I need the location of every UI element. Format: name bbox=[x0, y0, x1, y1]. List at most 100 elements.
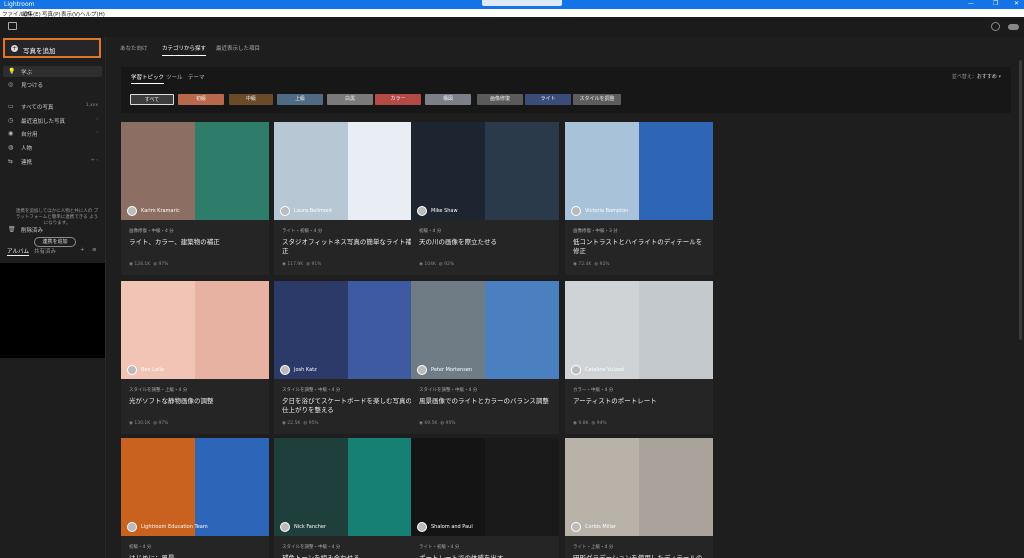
tutorial-author: Karim Kramaric bbox=[127, 206, 180, 216]
add-connection-icon[interactable]: + ‹ bbox=[91, 158, 98, 163]
panel-toggle-icon[interactable] bbox=[8, 22, 17, 30]
tutorial-card[interactable]: Cataline Vulzzel カラー・中級・4 分アーティストのポートレート ◉… bbox=[565, 281, 713, 434]
sidebar: + 写真を追加 💡 学ぶ ◎ 見つける ▭ すべての写真 1,xxx ◷ 最近追加した写真… bbox=[0, 37, 106, 558]
tutorial-card[interactable]: Shalom and Paulライト・初級・4 分ポートレートでの体感を出す◉ … bbox=[411, 438, 559, 558]
view-count: 72.4K bbox=[578, 262, 592, 267]
author-name: Josh Katz bbox=[294, 367, 317, 373]
filter-chip[interactable]: カラー bbox=[375, 94, 421, 105]
tutorial-card[interactable]: Victoria Bampton 画像修復・中級・3 分低コントラストとハイライト… bbox=[565, 122, 713, 275]
sidebar-item-learn[interactable]: 💡 学ぶ bbox=[3, 66, 102, 77]
tutorial-title: 夕日を浴びてスケートボードを楽しむ写真の仕上がりを整える bbox=[282, 397, 412, 414]
after-image bbox=[639, 122, 713, 220]
view-count: 104K bbox=[424, 262, 436, 267]
filter-panel: 学習トピック ツール テーマ 並べ替え：おすすめ ▾ すべて 初級 中級 上級 白黒 カラ… bbox=[121, 67, 1011, 113]
tutorial-card[interactable]: Laura Bellmont ライト・初級・4 分スタジオフィットネス写真の簡単な… bbox=[274, 122, 422, 275]
tab-browse-categories[interactable]: カテゴリから探す bbox=[162, 44, 207, 56]
tutorial-card[interactable]: Nick Fancherスタイルを調整・中級・4 分補色トーンを組み合わせる◉ … bbox=[274, 438, 422, 558]
after-image bbox=[195, 122, 269, 220]
tab-recently-viewed[interactable]: 最近表示した項目 bbox=[216, 44, 260, 52]
tutorial-stats: ◉ 69.5K ◍ 95% bbox=[419, 421, 456, 426]
add-photo-label: 写真を追加 bbox=[23, 47, 56, 55]
tutorial-card[interactable]: Ben Lalla スタイルを調整・上級・4 分光がソフトな静物画像の調整 ◉ 13… bbox=[121, 281, 269, 434]
close-button[interactable]: ✕ bbox=[1014, 0, 1019, 7]
sort-dropdown[interactable]: 並べ替え：おすすめ ▾ bbox=[952, 73, 1001, 80]
avatar bbox=[127, 365, 137, 375]
minimize-button[interactable]: — bbox=[968, 0, 974, 7]
sidebar-item-all-photos[interactable]: ▭ すべての写真 1,xxx bbox=[3, 101, 102, 112]
rating-value: 94% bbox=[596, 421, 607, 426]
tutorial-card[interactable]: Corbis Millar ライト・上級・4 分円形グラデーションを使用したディテ… bbox=[565, 438, 713, 558]
maximize-button[interactable]: ❐ bbox=[993, 0, 998, 7]
tutorial-title: ライト、カラー、建築物の補正 bbox=[129, 238, 220, 246]
tutorial-category: ライト・初級・4 分 bbox=[419, 545, 460, 550]
chevron-left-icon: ‹ bbox=[96, 130, 98, 135]
filter-chip[interactable]: 上級 bbox=[277, 94, 323, 105]
sidebar-item-recent[interactable]: ◷ 最近追加した写真 ‹ bbox=[3, 115, 102, 126]
tutorial-card[interactable]: Josh Katz スタイルを調整・中級・4 分夕日を浴びてスケートボードを楽しむ… bbox=[274, 281, 422, 434]
filter-chip[interactable]: 構図 bbox=[425, 94, 471, 105]
author-name: Mike Shaw bbox=[431, 208, 458, 214]
filter-chip[interactable]: 白黒 bbox=[327, 94, 373, 105]
tutorial-category: スタイルを調整・中級・4 分 bbox=[282, 388, 341, 393]
tab-for-you[interactable]: あなた向け bbox=[120, 44, 148, 52]
rating-value: 92% bbox=[599, 262, 610, 267]
filter-tab-tools[interactable]: ツール bbox=[166, 73, 183, 81]
author-name: Ben Lalla bbox=[141, 367, 164, 373]
filter-chip[interactable]: ライト bbox=[525, 94, 571, 105]
tutorial-card[interactable]: Karim Kramaric 画像修復・中級・4 分ライト、カラー、建築物の補正 ◉… bbox=[121, 122, 269, 275]
filter-chip[interactable]: 中級 bbox=[229, 94, 273, 105]
sidebar-item-deleted[interactable]: 🗑 削除済み bbox=[3, 224, 102, 235]
add-photo-button[interactable]: + 写真を追加 bbox=[3, 38, 101, 58]
title-search-field[interactable] bbox=[482, 0, 562, 6]
tutorial-author: Nick Fancher bbox=[280, 522, 326, 532]
sort-albums-icon[interactable]: ≡ bbox=[92, 247, 97, 253]
avatar bbox=[417, 522, 427, 532]
help-icon[interactable] bbox=[991, 22, 1000, 31]
tutorial-author: Mike Shaw bbox=[417, 206, 458, 216]
avatar bbox=[417, 206, 427, 216]
tutorial-author: Victoria Bampton bbox=[571, 206, 628, 216]
add-album-icon[interactable]: + bbox=[80, 247, 85, 253]
compass-icon: ◎ bbox=[8, 81, 14, 88]
filter-tab-topics[interactable]: 学習トピック bbox=[131, 73, 165, 84]
avatar bbox=[127, 206, 137, 216]
rating-value: 97% bbox=[158, 421, 169, 426]
view-count: 130.1K bbox=[134, 421, 151, 426]
tutorial-title: 光がソフトな静物画像の調整 bbox=[129, 397, 214, 405]
photos-icon: ▭ bbox=[8, 103, 14, 110]
tutorial-title: 低コントラストとハイライトのディテールを修正 bbox=[573, 238, 703, 255]
tab-shared[interactable]: 共有済み bbox=[34, 247, 56, 255]
tutorial-title: スタジオフィットネス写真の簡単なライト補正 bbox=[282, 238, 412, 255]
tutorial-card[interactable]: Lightroom Education Team初級・4 分はじめに：風景◉ ◍ bbox=[121, 438, 269, 558]
tutorial-card[interactable]: Peter Mortensen スタイルを調整・中級・4 分風景画像でのライトとカ… bbox=[411, 281, 559, 434]
people-icon: ◍ bbox=[8, 144, 14, 151]
filter-chip[interactable]: 画像修復 bbox=[477, 94, 523, 105]
cloud-sync-icon[interactable] bbox=[1008, 24, 1019, 30]
rating-value: 95% bbox=[308, 421, 319, 426]
view-count: 128.1K bbox=[134, 262, 151, 267]
view-count: 9.8K bbox=[578, 421, 589, 426]
tutorial-author: Lightroom Education Team bbox=[127, 522, 208, 532]
tutorial-author: Shalom and Paul bbox=[417, 522, 473, 532]
sidebar-item-label: 削除済み bbox=[21, 228, 44, 234]
sidebar-item-discover[interactable]: ◎ 見つける bbox=[3, 79, 102, 90]
sidebar-item-people[interactable]: ◍ 人物 bbox=[3, 142, 102, 153]
after-image bbox=[485, 122, 559, 220]
tutorial-title: ポートレートでの体感を出す bbox=[419, 554, 504, 558]
sidebar-item-mine[interactable]: ◉ 自分用 ‹ bbox=[3, 128, 102, 139]
sidebar-item-connections[interactable]: ⇆ 連携 + ‹ bbox=[3, 156, 102, 167]
main-scrollbar[interactable] bbox=[1019, 60, 1022, 340]
tutorial-author: Ben Lalla bbox=[127, 365, 164, 375]
tutorial-card[interactable]: Mike Shaw 初級・4 分天の川の画像を際立たせる ◉ 104K ◍ 92% bbox=[411, 122, 559, 275]
avatar bbox=[280, 522, 290, 532]
filter-chip[interactable]: すべて bbox=[130, 94, 174, 105]
tutorial-title: アーティストのポートレート bbox=[573, 397, 657, 405]
view-count: 22.5K bbox=[287, 421, 301, 426]
rating-value: 97% bbox=[158, 262, 169, 267]
filter-tab-themes[interactable]: テーマ bbox=[188, 73, 205, 81]
filter-chip[interactable]: スタイルを調整 bbox=[573, 94, 621, 105]
tutorial-title: 風景画像でのライトとカラーのバランス調整 bbox=[419, 397, 549, 405]
tab-albums[interactable]: アルバム bbox=[7, 247, 29, 256]
filter-chip[interactable]: 初級 bbox=[178, 94, 224, 105]
add-connection-button[interactable]: 連携を追加 bbox=[34, 237, 76, 247]
